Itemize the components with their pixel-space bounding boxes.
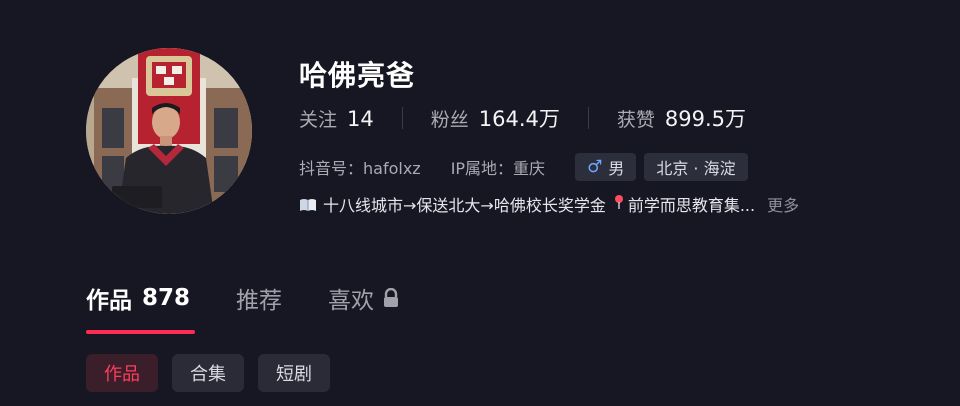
filter-chip-collections[interactable]: 合集 [172, 354, 244, 392]
filter-chips: 作品 合集 短剧 [86, 354, 344, 392]
stat-following[interactable]: 关注 14 [299, 105, 374, 132]
lock-icon [382, 287, 400, 308]
tab-label: 推荐 [236, 288, 283, 314]
bio: 十八线城市→保送北大→哈佛校长奖学金 前学而思教育集... 更多 [299, 191, 799, 217]
tab-count: 878 [142, 285, 191, 311]
tab-label: 作品 [86, 288, 132, 314]
profile-page: 哈佛亮爸 关注 14 粉丝 164.4万 获赞 899.5万 抖音号：hafol… [0, 0, 960, 406]
stat-value: 164.4万 [478, 107, 560, 131]
bio-text-education: 十八线城市→保送北大→哈佛校长奖学金 [323, 196, 606, 215]
tab-label: 喜欢 [328, 288, 375, 314]
content-tabs: 作品 878 推荐 喜欢 [86, 278, 446, 318]
stat-label: 获赞 [616, 109, 655, 131]
gender-label: 男 [608, 159, 625, 178]
profile-meta: 抖音号：hafolxz IP属地：重庆 ♂ 男 北京 · 海淀 [299, 152, 748, 182]
book-icon [299, 197, 317, 211]
tab-works[interactable]: 作品 878 [86, 281, 190, 315]
stat-value: 14 [347, 106, 374, 131]
avatar[interactable] [86, 48, 252, 214]
bio-more-link[interactable]: 更多 [767, 192, 799, 216]
nickname: 哈佛亮爸 [299, 59, 416, 92]
filter-chip-short-dramas[interactable]: 短剧 [258, 354, 330, 392]
stat-label: 粉丝 [430, 109, 469, 131]
gender-tag: ♂ 男 [575, 153, 637, 181]
stat-label: 关注 [299, 108, 338, 131]
active-tab-indicator [86, 330, 195, 334]
stat-likes[interactable]: 获赞 899.5万 [617, 103, 746, 133]
location-pin-icon [614, 195, 624, 213]
filter-chip-works[interactable]: 作品 [86, 354, 158, 392]
douyin-id: 抖音号：hafolxz [299, 159, 421, 178]
tab-likes[interactable]: 喜欢 [328, 281, 400, 315]
bio-text-career: 前学而思教育集... [627, 196, 756, 215]
male-icon: ♂ [587, 157, 603, 177]
profile-stats: 关注 14 粉丝 164.4万 获赞 899.5万 [299, 104, 746, 132]
stat-divider [587, 107, 589, 129]
stat-divider [401, 107, 403, 129]
stat-followers[interactable]: 粉丝 164.4万 [431, 103, 560, 133]
ip-location: IP属地：重庆 [450, 159, 546, 178]
tab-recommended[interactable]: 推荐 [236, 281, 282, 315]
avatar-image [86, 48, 252, 214]
region-tag: 北京 · 海淀 [644, 153, 748, 181]
stat-value: 899.5万 [664, 107, 747, 131]
